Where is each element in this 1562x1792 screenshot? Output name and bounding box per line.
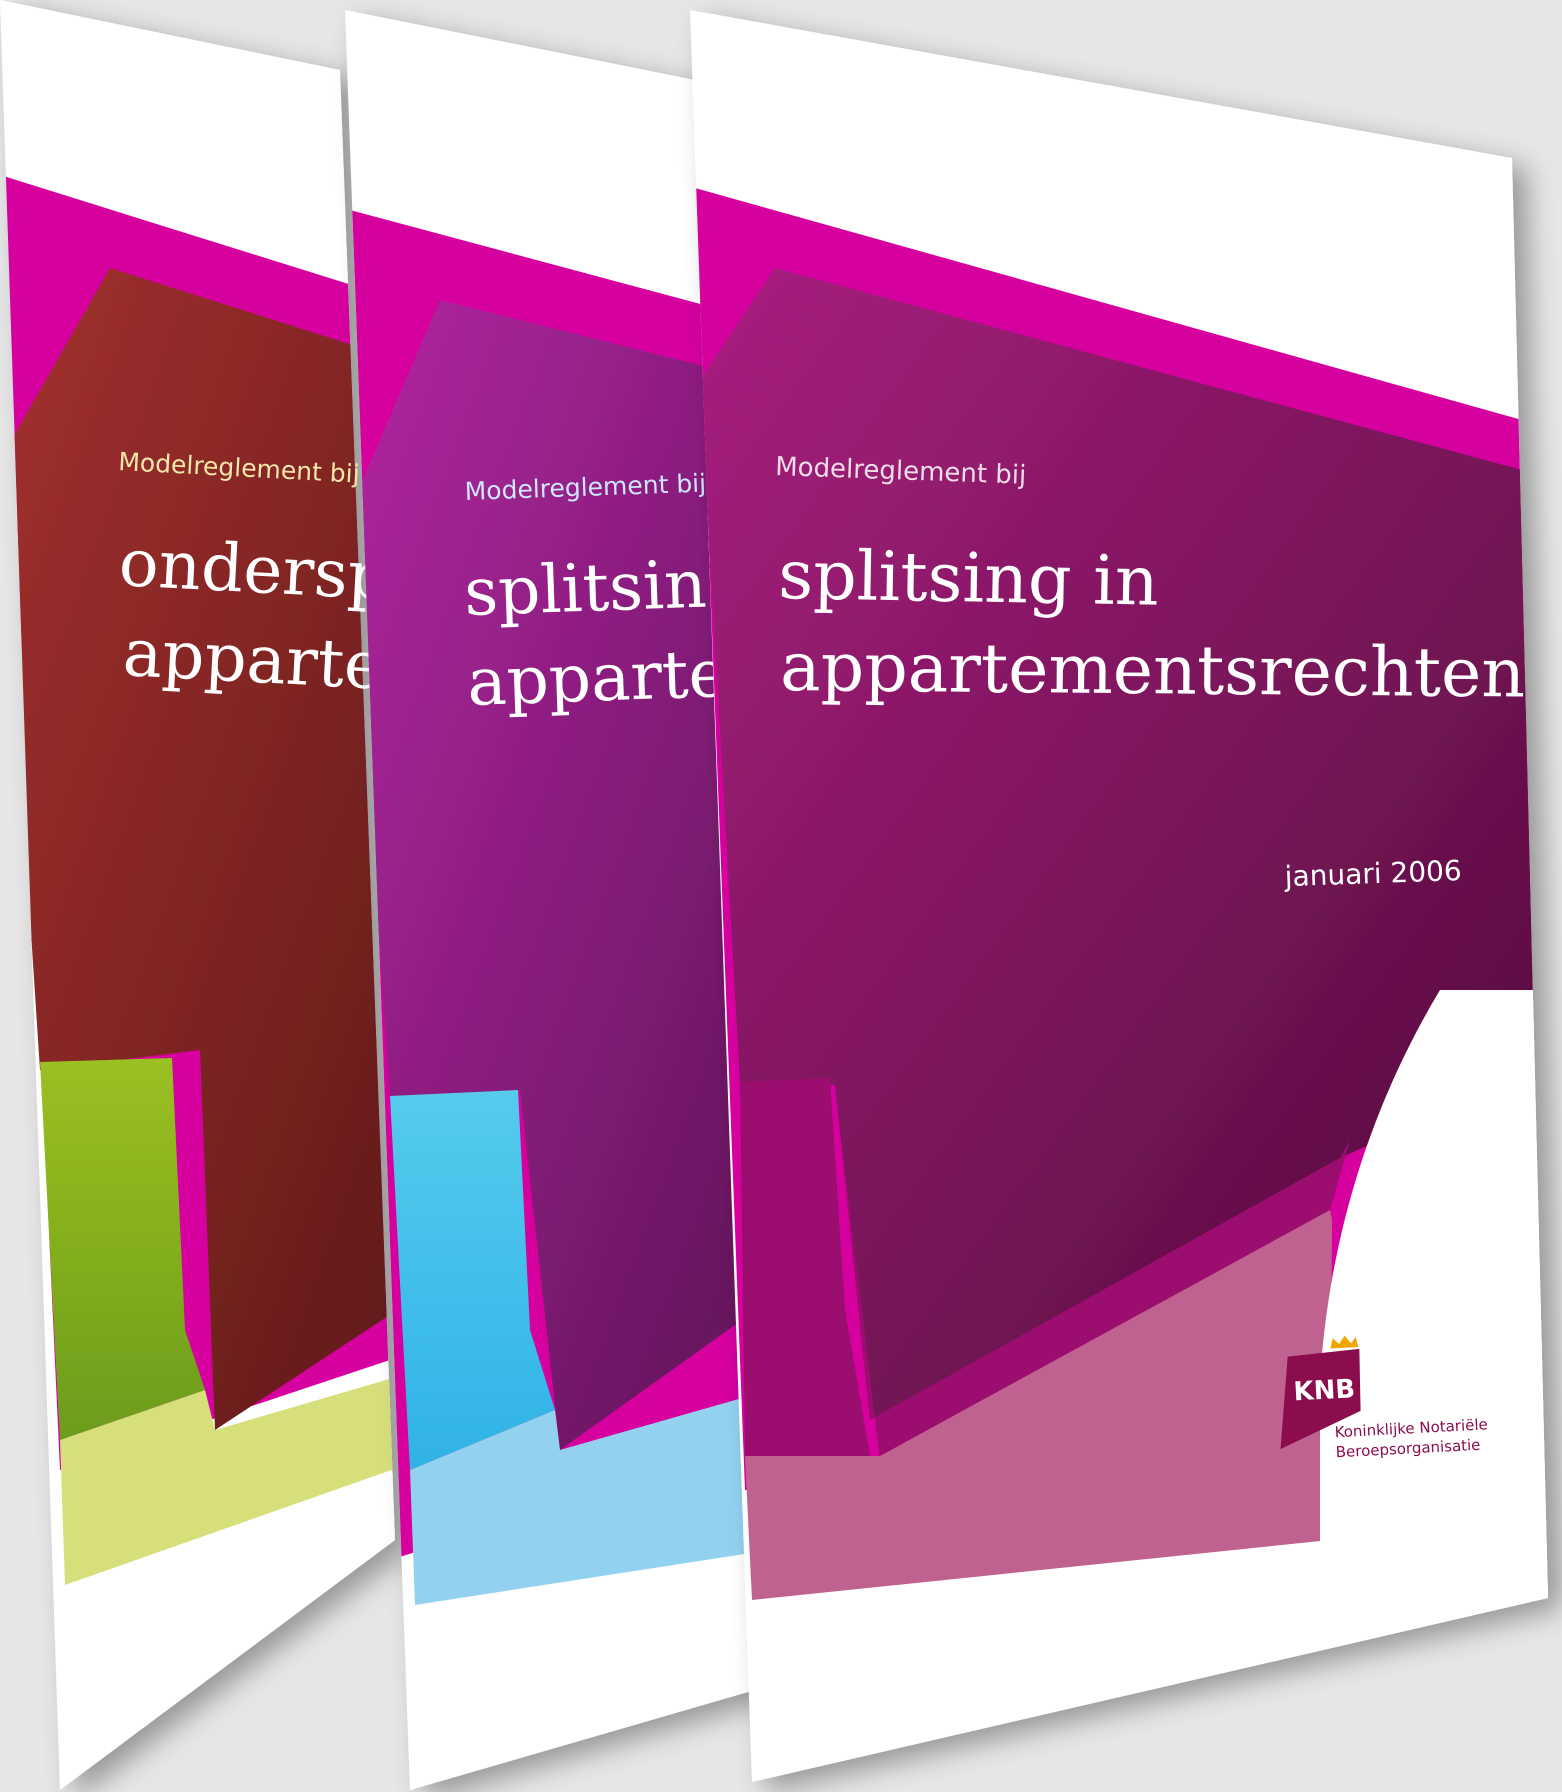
cover-middle-title-line2: apparte (466, 635, 729, 721)
cover-middle-title-line1: splitsin (463, 546, 708, 631)
cover-front-title-line2: appartementsrechten (780, 628, 1526, 713)
cover-back-title-line2: apparte (121, 614, 385, 705)
brochure-scene: Modelreglement bij ondersp apparte Model… (0, 0, 1548, 1790)
cover-back-title-line1: ondersp (117, 524, 392, 615)
knb-logo-text: KNB (1293, 1374, 1356, 1407)
cover-front-title-line1: splitsing in (778, 536, 1160, 622)
cover-front-date: januari 2006 (1283, 854, 1462, 893)
cover-front: Modelreglement bij splitsing in appartem… (690, 10, 1548, 1782)
